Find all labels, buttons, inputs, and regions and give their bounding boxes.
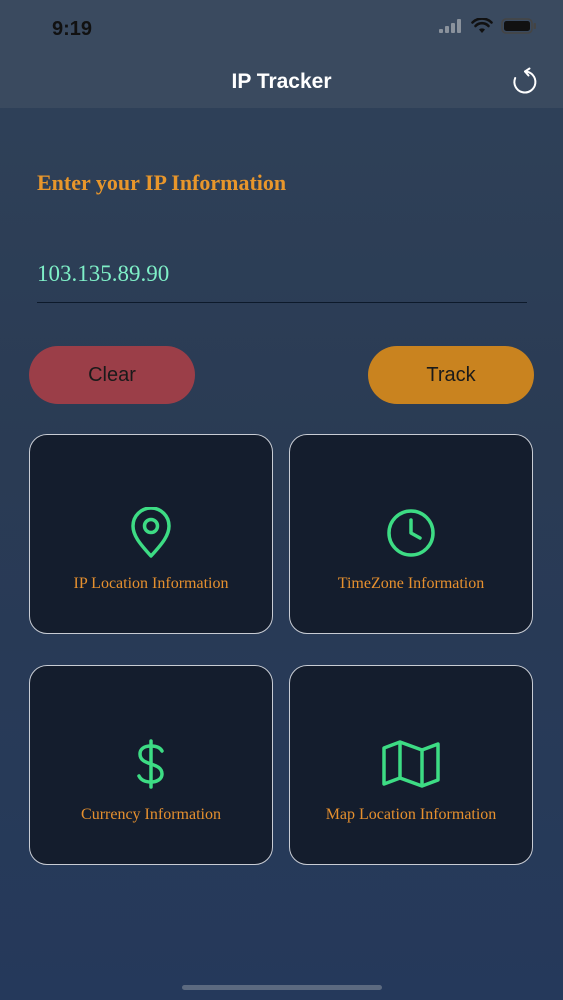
wifi-icon xyxy=(471,18,493,33)
dollar-icon xyxy=(137,739,164,789)
card-label: TimeZone Information xyxy=(337,575,485,592)
battery-icon xyxy=(501,18,536,34)
page-title: IP Tracker xyxy=(231,70,332,93)
status-time: 9:19 xyxy=(52,18,93,40)
card-label: IP Location Information xyxy=(73,575,229,592)
home-indicator xyxy=(182,985,382,990)
location-pin-icon xyxy=(131,507,171,558)
ip-input[interactable] xyxy=(37,245,527,303)
map-icon xyxy=(382,740,440,788)
signal-icon xyxy=(439,19,461,33)
card-label: Currency Information xyxy=(81,806,221,823)
track-button[interactable]: Track xyxy=(368,346,534,404)
ip-prompt-label: Enter your IP Information xyxy=(37,170,287,195)
status-icons xyxy=(439,18,537,34)
ip-location-card[interactable]: IP Location Information xyxy=(29,434,273,634)
timezone-card[interactable]: TimeZone Information xyxy=(289,434,533,634)
clear-button[interactable]: Clear xyxy=(29,346,195,404)
clock-icon xyxy=(387,509,435,557)
refresh-icon xyxy=(513,67,537,94)
refresh-button[interactable] xyxy=(509,66,541,98)
card-label: Map Location Information xyxy=(325,806,497,823)
map-location-card[interactable]: Map Location Information xyxy=(289,665,533,865)
status-bar: 9:19 xyxy=(0,0,563,58)
currency-card[interactable]: Currency Information xyxy=(29,665,273,865)
nav-bar: IP Tracker xyxy=(0,58,563,108)
